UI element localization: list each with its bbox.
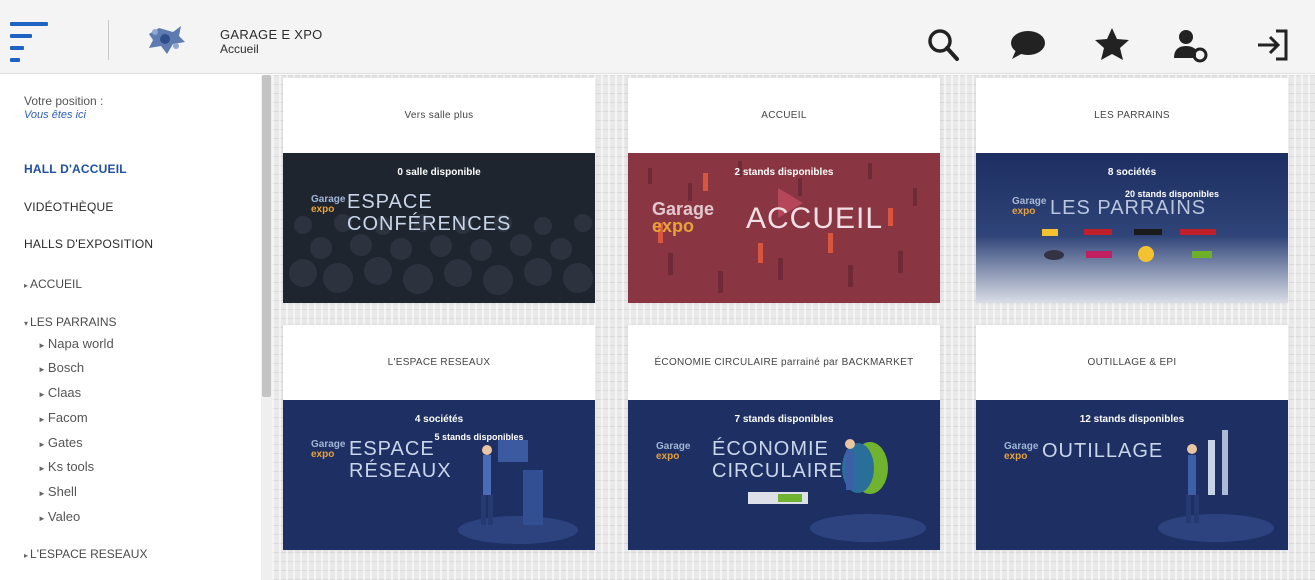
stands-count: 12 stands disponibles bbox=[1079, 414, 1185, 425]
sidebar-item-label: Bosch bbox=[47, 360, 85, 375]
garage-expo-logo: Garage expo bbox=[311, 439, 346, 460]
hall-card-accueil[interactable]: ACCUEIL 2 stands disponibles Garage expo … bbox=[628, 78, 940, 303]
menu-icon[interactable] bbox=[10, 22, 48, 66]
sidebar-item-hall-accueil[interactable]: HALL D'ACCUEIL bbox=[24, 162, 127, 176]
hall-card-title: ÉCONOMIE CIRCULAIRE parrainé par BACKMAR… bbox=[654, 357, 914, 368]
chevron-right-icon: ▸ bbox=[24, 281, 29, 290]
sidebar-item-sponsor[interactable]: ► Facom bbox=[38, 410, 88, 425]
sidebar-item-sponsor[interactable]: ► Claas bbox=[38, 385, 81, 400]
sidebar-item-accueil[interactable]: ▸ ACCUEIL bbox=[24, 277, 82, 291]
chat-icon[interactable] bbox=[1008, 26, 1046, 64]
garage-expo-logo: Garage expo bbox=[1004, 441, 1039, 462]
chevron-right-icon: ► bbox=[38, 440, 46, 449]
hall-card-title: LES PARRAINS bbox=[1094, 110, 1170, 121]
sidebar-item-label: Valeo bbox=[47, 509, 81, 524]
sidebar-item-sponsor[interactable]: ► Ks tools bbox=[38, 459, 94, 474]
sidebar-item-espace-reseaux[interactable]: ▸ L'ESPACE RESEAUX bbox=[24, 547, 147, 561]
sidebar-item-label: ACCUEIL bbox=[30, 277, 83, 291]
chevron-right-icon: ► bbox=[38, 365, 46, 374]
sidebar-item-halls-exposition[interactable]: HALLS D'EXPOSITION bbox=[24, 237, 153, 251]
chevron-down-icon: ▾ bbox=[24, 319, 29, 328]
hall-name: ÉCONOMIE CIRCULAIRE bbox=[712, 438, 844, 482]
hall-name: OUTILLAGE bbox=[1042, 440, 1164, 462]
sidebar-item-sponsor[interactable]: ► Napa world bbox=[38, 336, 114, 351]
hall-card-banner: 7 stands disponibles Garage expo ÉCONOMIE… bbox=[628, 400, 940, 550]
search-icon[interactable] bbox=[924, 26, 962, 64]
sidebar-item-label: Gates bbox=[47, 435, 83, 450]
sidebar-item-label: Ks tools bbox=[47, 459, 95, 474]
hall-card-banner: 12 stands disponibles Garage expo OUTILLA… bbox=[976, 400, 1288, 550]
garage-expo-logo: Garage expo bbox=[656, 441, 691, 462]
hall-card-banner: 2 stands disponibles Garage expo ACCUEIL bbox=[628, 153, 940, 303]
sidebar-item-sponsor[interactable]: ► Valeo bbox=[38, 509, 80, 524]
hall-card-title: ACCUEIL bbox=[761, 110, 807, 121]
garage-expo-logo: Garage expo bbox=[652, 199, 715, 236]
garage-expo-logo: Garage expo bbox=[311, 194, 346, 215]
hall-card-banner: 4 sociétés 5 stands disponibles Garage ex… bbox=[283, 400, 595, 550]
sidebar-item-sponsor[interactable]: ► Shell bbox=[38, 484, 77, 499]
hall-card-reseaux[interactable]: L'ESPACE RESEAUX 4 sociétés 5 stands dis… bbox=[283, 325, 595, 550]
header-divider bbox=[108, 20, 109, 60]
hall-card-banner: 0 salle disponible Garage expo ESPACE CONF… bbox=[283, 153, 595, 303]
stands-count: 0 salle disponible bbox=[397, 167, 481, 178]
sidebar-item-label: Shell bbox=[47, 484, 77, 499]
stands-count: 7 stands disponibles bbox=[734, 414, 834, 425]
page-title: Accueil bbox=[220, 42, 259, 56]
hall-name: ACCUEIL bbox=[746, 202, 884, 235]
site-logo-icon[interactable] bbox=[143, 22, 187, 58]
sponsor-count: 8 sociétés bbox=[1107, 167, 1157, 178]
hall-name: LES PARRAINS bbox=[1050, 197, 1207, 219]
hall-card-conferences[interactable]: Vers salle plus 0 salle disponible Garag… bbox=[283, 78, 595, 303]
hall-card-economie-circulaire[interactable]: ÉCONOMIE CIRCULAIRE parrainé par BACKMAR… bbox=[628, 325, 940, 550]
hall-card-banner: 8 sociétés 20 stands disponibles Garage e… bbox=[976, 153, 1288, 303]
chevron-right-icon: ► bbox=[38, 415, 46, 424]
sidebar-item-label: Napa world bbox=[47, 336, 114, 351]
chevron-right-icon: ► bbox=[38, 341, 46, 350]
sidebar-scrollbar-thumb[interactable] bbox=[262, 75, 271, 397]
hall-card-title: L'ESPACE RESEAUX bbox=[387, 357, 491, 368]
garage-expo-logo: Garage expo bbox=[1012, 196, 1047, 217]
stands-count: 2 stands disponibles bbox=[734, 167, 834, 178]
user-settings-icon[interactable] bbox=[1171, 26, 1209, 64]
logout-icon[interactable] bbox=[1254, 26, 1292, 64]
sidebar-item-label: L'ESPACE RESEAUX bbox=[30, 547, 148, 561]
top-bar: GARAGE E XPO Accueil bbox=[0, 0, 1315, 74]
sidebar-item-videotheque[interactable]: VIDÉOTHÈQUE bbox=[24, 200, 114, 214]
chevron-right-icon: ▸ bbox=[24, 551, 29, 560]
sidebar-item-label: Facom bbox=[47, 410, 88, 425]
sidebar-item-les-parrains[interactable]: ▾ LES PARRAINS bbox=[24, 315, 117, 329]
chevron-right-icon: ► bbox=[38, 464, 46, 473]
sponsor-count: 4 sociétés bbox=[414, 414, 464, 425]
hall-card-title: OUTILLAGE & EPI bbox=[1087, 357, 1177, 368]
sidebar-item-label: Claas bbox=[47, 385, 82, 400]
position-label: Votre position : bbox=[24, 94, 104, 108]
chevron-right-icon: ► bbox=[38, 489, 46, 498]
star-icon[interactable] bbox=[1093, 26, 1131, 64]
chevron-right-icon: ► bbox=[38, 514, 46, 523]
hall-card-title: Vers salle plus bbox=[404, 110, 474, 121]
sidebar: Votre position : Vous êtes ici HALL D'AC… bbox=[0, 75, 272, 580]
brand-block: GARAGE E XPO Accueil bbox=[220, 27, 323, 56]
hall-card-outillage[interactable]: OUTILLAGE & EPI 12 stands disponibles Ga… bbox=[976, 325, 1288, 550]
hall-name: ESPACE CONFÉRENCES bbox=[347, 191, 512, 235]
hall-name: ESPACE RÉSEAUX bbox=[349, 438, 452, 482]
chevron-right-icon: ► bbox=[38, 390, 46, 399]
hall-grid: Vers salle plus 0 salle disponible Garag… bbox=[272, 75, 1315, 580]
position-value[interactable]: Vous êtes ici bbox=[24, 109, 86, 121]
sidebar-item-label: LES PARRAINS bbox=[30, 315, 117, 329]
sidebar-item-sponsor[interactable]: ► Bosch bbox=[38, 360, 84, 375]
sidebar-item-sponsor[interactable]: ► Gates bbox=[38, 435, 83, 450]
hall-card-parrains[interactable]: LES PARRAINS 8 sociétés 20 stands dispon… bbox=[976, 78, 1288, 303]
app-title: GARAGE E XPO bbox=[220, 27, 323, 42]
